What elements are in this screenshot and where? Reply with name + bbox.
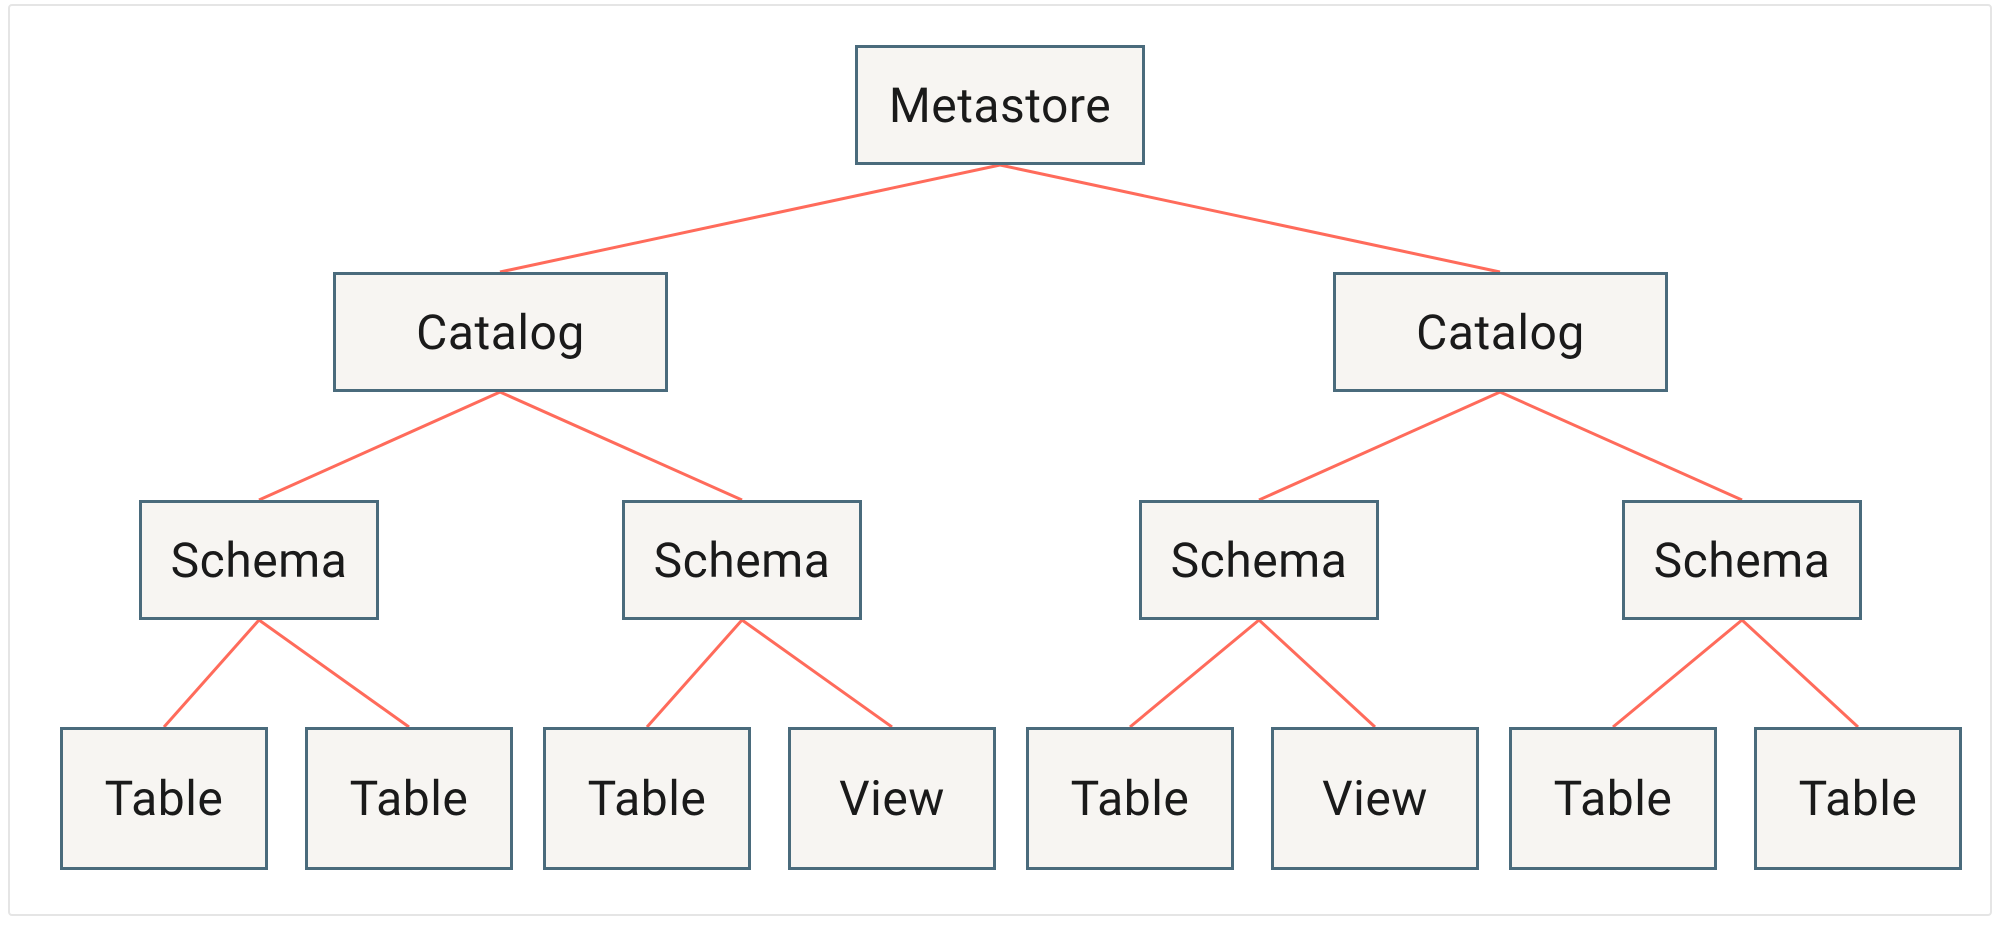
node-label: Schema (171, 532, 348, 589)
node-leaf-6: View (1271, 727, 1479, 870)
node-label: View (839, 770, 945, 827)
node-metastore: Metastore (855, 45, 1145, 165)
node-label: Table (588, 770, 707, 827)
node-label: Metastore (889, 77, 1111, 134)
node-label: Table (350, 770, 469, 827)
node-label: Schema (1654, 532, 1831, 589)
node-label: Schema (654, 532, 831, 589)
node-leaf-1: Table (60, 727, 268, 870)
node-label: Catalog (416, 304, 585, 361)
node-label: Table (1554, 770, 1673, 827)
node-leaf-3: Table (543, 727, 751, 870)
node-leaf-4: View (788, 727, 996, 870)
node-label: Table (105, 770, 224, 827)
node-schema-2: Schema (622, 500, 862, 620)
node-label: View (1322, 770, 1428, 827)
node-schema-4: Schema (1622, 500, 1862, 620)
node-leaf-8: Table (1754, 727, 1962, 870)
node-schema-1: Schema (139, 500, 379, 620)
node-label: Schema (1171, 532, 1348, 589)
node-label: Catalog (1416, 304, 1585, 361)
node-leaf-5: Table (1026, 727, 1234, 870)
node-leaf-7: Table (1509, 727, 1717, 870)
node-label: Table (1071, 770, 1190, 827)
node-catalog-2: Catalog (1333, 272, 1668, 392)
node-label: Table (1799, 770, 1918, 827)
node-leaf-2: Table (305, 727, 513, 870)
node-schema-3: Schema (1139, 500, 1379, 620)
node-catalog-1: Catalog (333, 272, 668, 392)
